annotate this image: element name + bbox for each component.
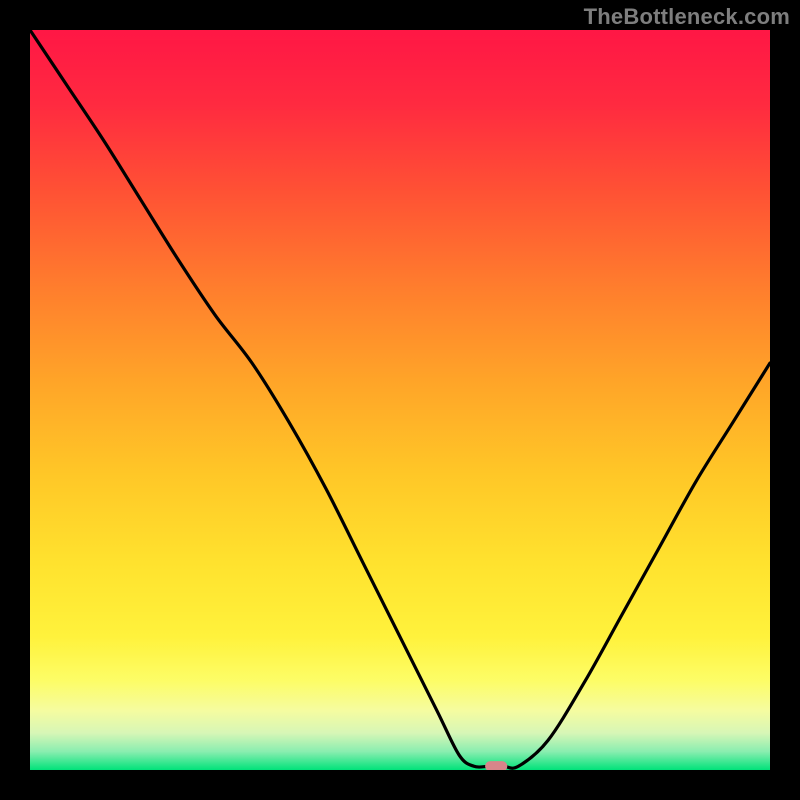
watermark-text: TheBottleneck.com	[584, 4, 790, 30]
gradient-background	[30, 30, 770, 770]
plot-area	[30, 30, 770, 770]
marker-pill	[485, 761, 507, 770]
chart-frame: TheBottleneck.com	[0, 0, 800, 800]
chart-svg	[30, 30, 770, 770]
